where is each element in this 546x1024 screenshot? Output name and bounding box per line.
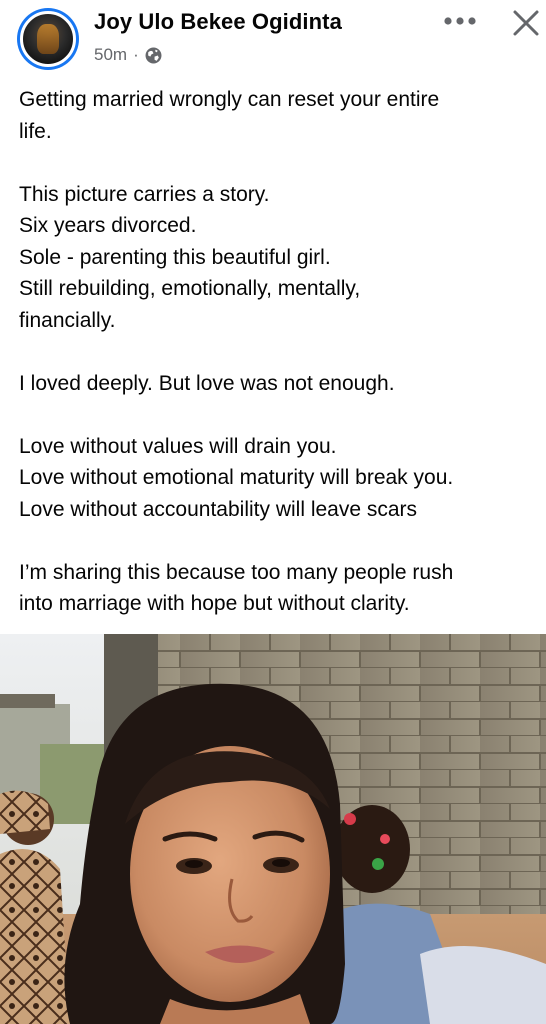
meta-separator: · xyxy=(133,45,139,64)
paragraph: This picture carries a story. Six years … xyxy=(19,179,539,337)
author-name[interactable]: Joy Ulo Bekee Ogidinta xyxy=(94,9,342,35)
post-header: Joy Ulo Bekee Ogidinta 50m · xyxy=(0,0,546,80)
globe-icon[interactable] xyxy=(145,47,162,64)
text-line: into marriage with hope but without clar… xyxy=(19,592,410,615)
text-line: Love without accountability will leave s… xyxy=(19,497,418,521)
more-horizontal-icon[interactable] xyxy=(440,6,480,36)
post-text: Getting married wrongly can reset your e… xyxy=(19,84,539,620)
text-line: Getting married wrongly can reset your e… xyxy=(19,88,440,111)
post-meta: 50m · xyxy=(94,45,162,65)
text-line: I’m sharing this because too many people… xyxy=(19,560,454,584)
paragraph: I loved deeply. But love was not enough. xyxy=(19,368,539,400)
text-line: This picture carries a story. xyxy=(19,182,270,206)
close-icon[interactable] xyxy=(506,4,546,42)
post-time[interactable]: 50m xyxy=(94,45,127,65)
paragraph: Love without values will drain you. Love… xyxy=(19,431,539,526)
post-photo[interactable] xyxy=(0,634,546,1024)
text-line: Love without emotional maturity will bre… xyxy=(19,466,454,489)
text-line: I loved deeply. But love was not enough. xyxy=(19,371,395,395)
text-line: life. xyxy=(19,119,52,143)
selfie-photo xyxy=(0,634,546,1024)
text-line: Six years divorced. xyxy=(19,214,197,237)
text-line: financially. xyxy=(19,308,116,332)
paragraph: I’m sharing this because too many people… xyxy=(19,557,539,620)
avatar-image xyxy=(20,11,76,67)
text-line: Sole - parenting this beautiful girl. xyxy=(19,245,331,269)
paragraph: Getting married wrongly can reset your e… xyxy=(19,84,539,147)
text-line: Still rebuilding, emotionally, mentally, xyxy=(19,277,361,300)
text-line: Love without values will drain you. xyxy=(19,434,337,458)
avatar[interactable] xyxy=(17,8,79,70)
